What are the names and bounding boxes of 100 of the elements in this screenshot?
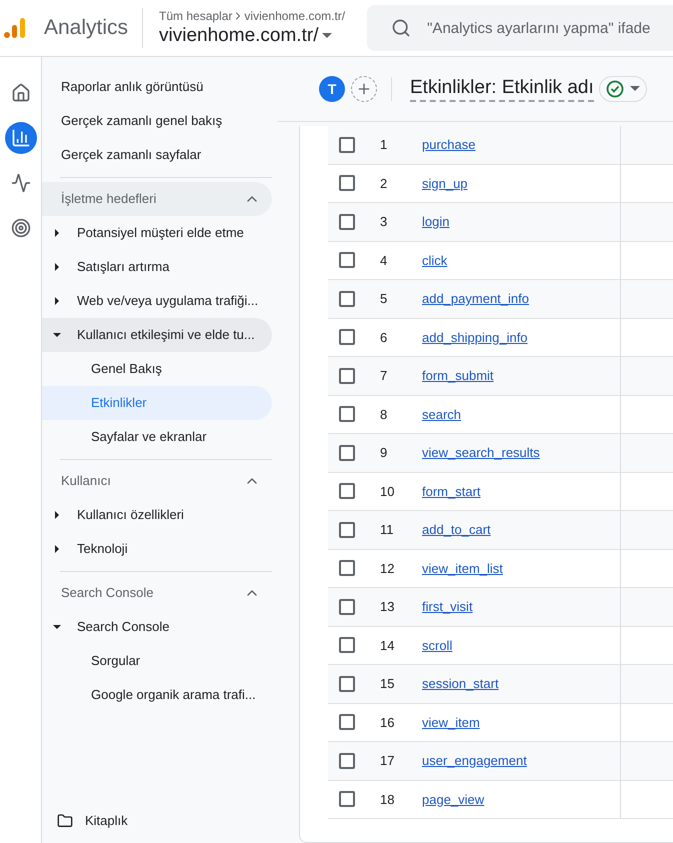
event-name-link[interactable]: session_start xyxy=(422,674,620,694)
sidebar-item[interactable]: Kullanıcı özellikleri xyxy=(42,498,272,532)
rank-cell-text: 17 xyxy=(380,752,396,770)
rank-cell-text: 7 xyxy=(380,367,388,385)
event-name-link[interactable]: add_to_cart xyxy=(422,520,620,540)
property-selector[interactable]: vivienhome.com.tr/ xyxy=(159,24,346,48)
row-checkbox[interactable] xyxy=(339,598,355,615)
analytics-logo-icon xyxy=(4,17,26,39)
avatar[interactable]: T xyxy=(319,76,345,102)
event-name-link[interactable]: form_submit xyxy=(422,366,620,386)
sidebar-link[interactable]: Gerçek zamanlı genel bakış xyxy=(42,104,278,138)
rank-cell-text: 11 xyxy=(380,521,394,539)
caret-right-icon xyxy=(53,545,61,553)
sidebar-subitem[interactable]: Sorgular xyxy=(42,644,272,678)
row-checkbox[interactable] xyxy=(339,560,355,576)
rank-cell-text: 6 xyxy=(380,328,388,346)
caret-down-icon xyxy=(53,623,61,631)
rank-cell-text: 1 xyxy=(380,136,388,154)
row-checkbox[interactable] xyxy=(339,483,355,500)
rail-nav-button[interactable] xyxy=(4,122,36,154)
row-checkbox[interactable] xyxy=(339,290,355,307)
event-name-link[interactable]: purchase xyxy=(422,135,620,154)
product-name: Analytics xyxy=(44,15,128,42)
rank-cell-text: 5 xyxy=(380,290,388,308)
sidebar-item[interactable]: Teknoloji xyxy=(42,532,272,566)
folder-icon xyxy=(57,813,73,829)
sidebar-subitem[interactable]: Genel Bakış xyxy=(42,352,272,386)
caret-right-icon xyxy=(53,297,61,305)
report-title: Etkinlikler: Etkinlik adı xyxy=(410,76,594,102)
breadcrumb-link[interactable]: Tüm hesaplar xyxy=(159,8,232,24)
rank-cell-text: 14 xyxy=(380,636,396,654)
row-checkbox[interactable] xyxy=(339,252,355,268)
event-name-link[interactable]: scroll xyxy=(422,636,620,655)
trend-line-icon xyxy=(10,173,30,193)
row-checkbox[interactable] xyxy=(339,752,355,769)
rank-cell-text: 15 xyxy=(380,675,396,693)
library-link[interactable]: Kitaplık xyxy=(42,804,278,838)
status-dropdown[interactable] xyxy=(598,76,647,102)
caret-right-icon xyxy=(53,511,61,519)
event-name-link[interactable]: first_visit xyxy=(422,597,620,616)
check-circle-icon xyxy=(606,80,624,98)
rank-cell-text: 16 xyxy=(380,714,396,732)
search-field[interactable]: "Analytics ayarlarını yapma" ifade xyxy=(367,5,673,51)
sidebar-link[interactable]: Gerçek zamanlı sayfalar xyxy=(42,138,278,172)
breadcrumb-link[interactable]: vivienhome.com.tr/ xyxy=(244,8,346,24)
rank-cell-text: 12 xyxy=(380,560,396,578)
rank-cell-text: 2 xyxy=(380,174,388,192)
sidebar-subitem[interactable]: Etkinlikler xyxy=(42,386,272,420)
row-checkbox[interactable] xyxy=(339,175,355,192)
rank-cell-text: 10 xyxy=(380,482,396,500)
row-checkbox[interactable] xyxy=(339,637,355,654)
row-checkbox[interactable] xyxy=(339,714,355,730)
section-header[interactable]: Search Console xyxy=(42,576,272,610)
event-name-link[interactable]: view_search_results xyxy=(422,443,620,462)
event-name-link[interactable]: login xyxy=(422,212,620,232)
event-name-link[interactable]: click xyxy=(422,250,620,270)
event-name-link[interactable]: search xyxy=(422,404,620,424)
row-checkbox[interactable] xyxy=(339,329,355,346)
dropdown-caret-icon xyxy=(322,32,332,38)
sidebar-item[interactable]: Kullanıcı etkileşimi ve elde tu... xyxy=(42,318,272,352)
row-checkbox[interactable] xyxy=(339,136,355,153)
caret-right-icon xyxy=(53,229,61,237)
dropdown-caret-icon xyxy=(630,86,640,92)
rank-cell-text: 8 xyxy=(380,406,388,424)
rank-cell-text: 3 xyxy=(380,213,388,231)
caret-right-icon xyxy=(53,263,61,271)
sidebar-item[interactable]: Web ve/veya uygulama trafiği... xyxy=(42,284,272,318)
sidebar-item[interactable]: Satışları artırma xyxy=(42,250,272,284)
add-comparison-button[interactable] xyxy=(351,76,377,102)
search-icon xyxy=(391,18,412,38)
caret-down-icon xyxy=(53,331,61,339)
section-header[interactable]: İşletme hedefleri xyxy=(42,182,272,216)
row-checkbox[interactable] xyxy=(339,791,355,808)
rank-cell-text: 4 xyxy=(380,252,388,270)
event-name-link[interactable]: view_item xyxy=(422,712,620,732)
sidebar-item[interactable]: Search Console xyxy=(42,610,272,644)
event-name-link[interactable]: add_shipping_info xyxy=(422,328,620,347)
sidebar-item[interactable]: Potansiyel müşteri elde etme xyxy=(42,216,272,250)
row-checkbox[interactable] xyxy=(339,368,355,384)
rank-cell-text: 9 xyxy=(380,444,388,462)
event-name-link[interactable]: view_item_list xyxy=(422,558,620,578)
sidebar-subitem[interactable]: Sayfalar ve ekranlar xyxy=(42,420,272,454)
event-name-link[interactable]: form_start xyxy=(422,482,620,501)
rank-cell-text: 18 xyxy=(380,790,396,808)
event-name-link[interactable]: user_engagement xyxy=(422,751,620,770)
event-name-link[interactable]: page_view xyxy=(422,790,620,809)
sidebar-subitem[interactable]: Google organik arama trafi... xyxy=(42,678,272,712)
row-checkbox[interactable] xyxy=(339,676,355,692)
rank-cell-text: 13 xyxy=(380,598,396,616)
row-checkbox[interactable] xyxy=(339,522,355,538)
event-name-link[interactable]: add_payment_info xyxy=(422,289,620,308)
sidebar-link[interactable]: Raporlar anlık görüntüsü xyxy=(42,70,278,104)
bar-chart-icon xyxy=(10,128,30,148)
section-header[interactable]: Kullanıcı xyxy=(42,464,272,498)
row-checkbox[interactable] xyxy=(339,214,355,230)
target-icon xyxy=(10,218,30,238)
home-icon xyxy=(10,83,30,103)
row-checkbox[interactable] xyxy=(339,406,355,422)
event-name-link[interactable]: sign_up xyxy=(422,174,620,193)
row-checkbox[interactable] xyxy=(339,444,355,461)
